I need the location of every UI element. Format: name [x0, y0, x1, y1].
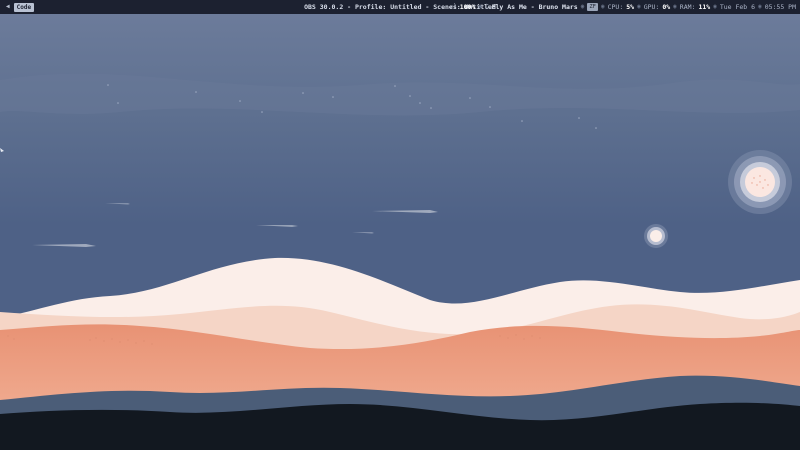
music-note-icon: ♫ [484, 3, 489, 10]
now-playing[interactable]: Fly As Me - Bruno Mars [492, 0, 578, 14]
separator-dot: ◉ [637, 3, 641, 10]
tray-badge[interactable]: ZF [587, 3, 598, 11]
ram-value: 11% [698, 3, 711, 11]
separator-dot: ◉ [673, 3, 677, 10]
separator-dot: ◉ [713, 3, 717, 10]
separator-dot: ◉ [758, 3, 762, 10]
cpu-value: 5% [626, 3, 635, 11]
speaker-icon[interactable]: ◂) [449, 0, 456, 14]
workspace-tag[interactable]: Code [13, 2, 35, 12]
sun [728, 150, 792, 214]
arrow-left-icon[interactable]: ◀ [6, 0, 10, 14]
cpu-label: CPU: [607, 3, 624, 11]
separator-dot: ◉ [600, 3, 605, 10]
moon [644, 224, 668, 248]
top-status-bar: ◀ Code OBS 30.0.2 - Profile: Untitled - … [0, 0, 800, 14]
separator-dot: ◉ [580, 3, 585, 10]
separator-dot: ◉ [478, 3, 482, 10]
desktop-wallpaper [0, 0, 800, 450]
gpu-label: GPU: [643, 3, 660, 11]
clock-text[interactable]: 05:55 PM [765, 0, 796, 14]
gpu-value: 0% [662, 3, 671, 11]
date-text[interactable]: Tue Feb 6 [720, 0, 755, 14]
volume-level[interactable]: 100% [460, 0, 476, 14]
ram-label: RAM: [679, 3, 696, 11]
